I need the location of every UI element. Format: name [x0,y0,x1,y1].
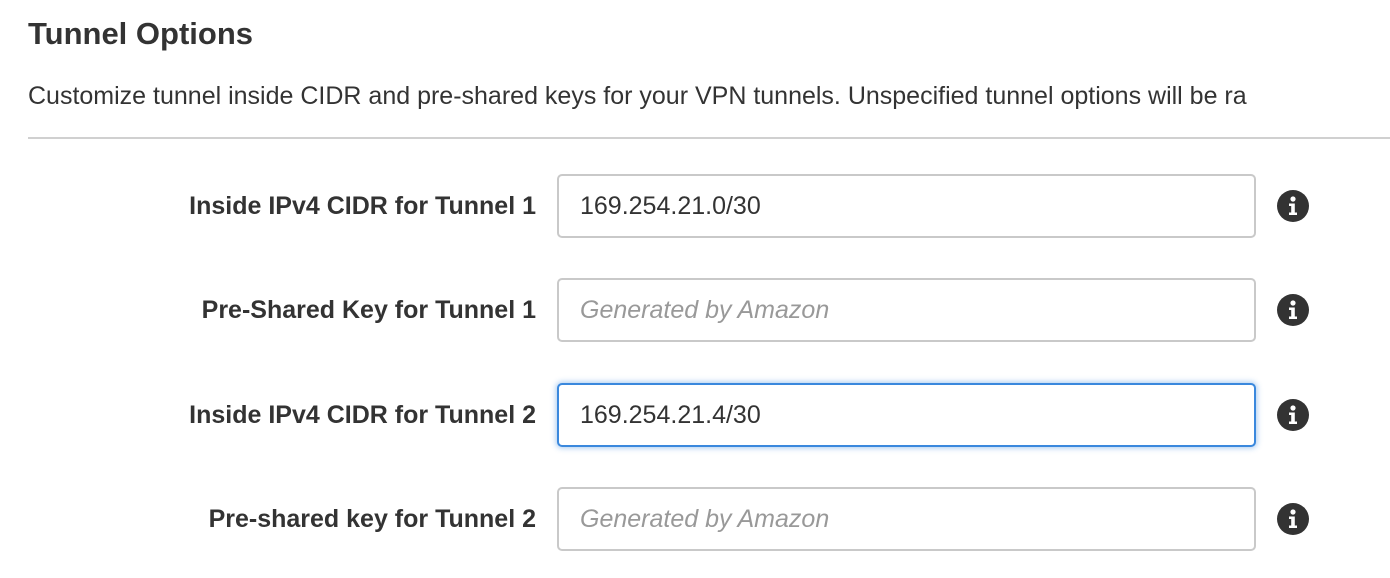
cidr-tunnel-1-input[interactable] [557,174,1256,238]
field-row-psk-tunnel-1: Pre-Shared Key for Tunnel 1 [0,278,1390,342]
info-circle-icon[interactable] [1277,190,1309,222]
divider [28,137,1390,139]
field-row-cidr-tunnel-2: Inside IPv4 CIDR for Tunnel 2 [0,383,1390,447]
psk-tunnel-2-input[interactable] [557,487,1256,551]
section-title: Tunnel Options [28,16,254,51]
section-description: Customize tunnel inside CIDR and pre-sha… [28,82,1247,110]
field-row-psk-tunnel-2: Pre-shared key for Tunnel 2 [0,487,1390,551]
psk-tunnel-2-label: Pre-shared key for Tunnel 2 [208,505,536,533]
psk-tunnel-1-label: Pre-Shared Key for Tunnel 1 [201,296,536,324]
info-circle-icon[interactable] [1277,294,1309,326]
cidr-tunnel-2-input[interactable] [557,383,1256,447]
info-circle-icon[interactable] [1277,399,1309,431]
cidr-tunnel-2-label: Inside IPv4 CIDR for Tunnel 2 [189,401,536,429]
field-row-cidr-tunnel-1: Inside IPv4 CIDR for Tunnel 1 [0,174,1390,238]
psk-tunnel-1-input[interactable] [557,278,1256,342]
cidr-tunnel-1-label: Inside IPv4 CIDR for Tunnel 1 [189,192,536,220]
info-circle-icon[interactable] [1277,503,1309,535]
